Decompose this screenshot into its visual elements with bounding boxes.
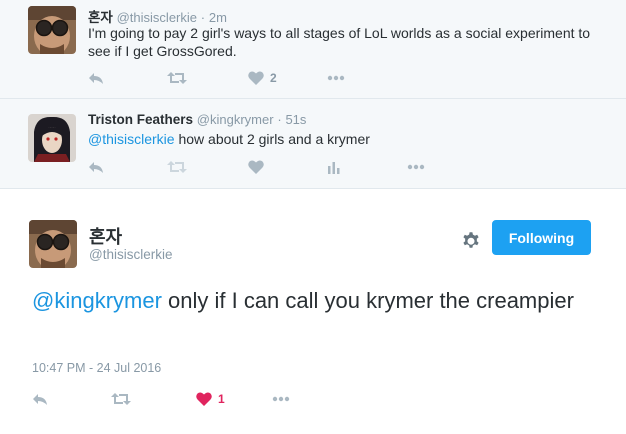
main-tweet: 혼자 @thisisclerkie Following @kingkrymer … <box>0 188 626 434</box>
reply-icon <box>89 162 103 173</box>
tweet-actions <box>88 157 425 177</box>
tweet-actions: 2 <box>88 68 408 88</box>
mention-link[interactable]: @kingkrymer <box>32 288 162 313</box>
tweet-time[interactable]: 51s <box>285 112 306 127</box>
reply-button[interactable] <box>32 389 48 409</box>
tweet-header: 혼자 @thisisclerkie · 2m <box>88 6 227 26</box>
heart-icon <box>196 392 212 406</box>
reply-button[interactable] <box>88 157 104 177</box>
tweet-time[interactable]: 2m <box>209 10 227 25</box>
avatar[interactable] <box>29 220 77 268</box>
tweet-text: @thisisclerkie how about 2 girls and a k… <box>88 130 608 148</box>
analytics-icon <box>328 162 340 174</box>
more-button[interactable] <box>407 157 425 177</box>
heart-icon <box>248 160 264 174</box>
thread-divider <box>0 98 626 99</box>
heart-icon <box>248 71 264 85</box>
like-button[interactable]: 1 <box>196 389 225 409</box>
retweet-button[interactable] <box>167 157 187 177</box>
gear-icon <box>463 232 479 248</box>
author-name[interactable]: 혼자 <box>88 10 113 25</box>
analytics-button[interactable] <box>327 157 341 177</box>
like-button[interactable]: 2 <box>248 68 277 88</box>
author-name[interactable]: Triston Feathers <box>88 112 193 127</box>
like-count: 2 <box>270 71 277 85</box>
retweet-icon <box>167 161 187 173</box>
conversation-thread: 혼자 @thisisclerkie · 2m I'm going to pay … <box>0 0 626 188</box>
separator-dot: · <box>277 112 282 127</box>
avatar[interactable] <box>28 6 76 54</box>
author-handle[interactable]: @thisisclerkie <box>89 247 172 262</box>
tweet-thisisclerkie[interactable]: 혼자 @thisisclerkie · 2m I'm going to pay … <box>0 0 626 95</box>
reply-button[interactable] <box>88 68 104 88</box>
like-count: 1 <box>218 392 225 406</box>
like-button[interactable] <box>248 157 264 177</box>
author-handle[interactable]: @kingkrymer <box>197 112 274 127</box>
reply-icon <box>89 73 103 84</box>
reply-icon <box>33 394 47 405</box>
author-name[interactable]: 혼자 <box>89 223 122 249</box>
avatar[interactable] <box>28 114 76 162</box>
following-button[interactable]: Following <box>492 220 591 255</box>
more-button[interactable] <box>272 389 290 409</box>
retweet-icon <box>111 393 131 405</box>
tweet-text-body: how about 2 girls and a krymer <box>174 131 370 147</box>
more-button[interactable] <box>327 68 345 88</box>
user-actions-button[interactable] <box>461 230 481 250</box>
tweet-timestamp[interactable]: 10:47 PM - 24 Jul 2016 <box>32 361 161 375</box>
retweet-icon <box>167 72 187 84</box>
tweet-text-body: only if I can call you krymer the creamp… <box>161 288 574 313</box>
author-handle[interactable]: @thisisclerkie <box>117 10 197 25</box>
more-icon <box>272 396 290 402</box>
more-icon <box>327 75 345 81</box>
retweet-button[interactable] <box>111 389 131 409</box>
tweet-header: Triston Feathers @kingkrymer · 51s <box>88 112 306 127</box>
more-icon <box>407 164 425 170</box>
retweet-button[interactable] <box>167 68 187 88</box>
tweet-text: I'm going to pay 2 girl's ways to all st… <box>88 25 591 59</box>
separator-dot: · <box>200 10 206 25</box>
mention-link[interactable]: @thisisclerkie <box>88 131 175 147</box>
tweet-text: @kingkrymer only if I can call you kryme… <box>32 285 602 317</box>
tweet-actions: 1 <box>32 389 332 411</box>
